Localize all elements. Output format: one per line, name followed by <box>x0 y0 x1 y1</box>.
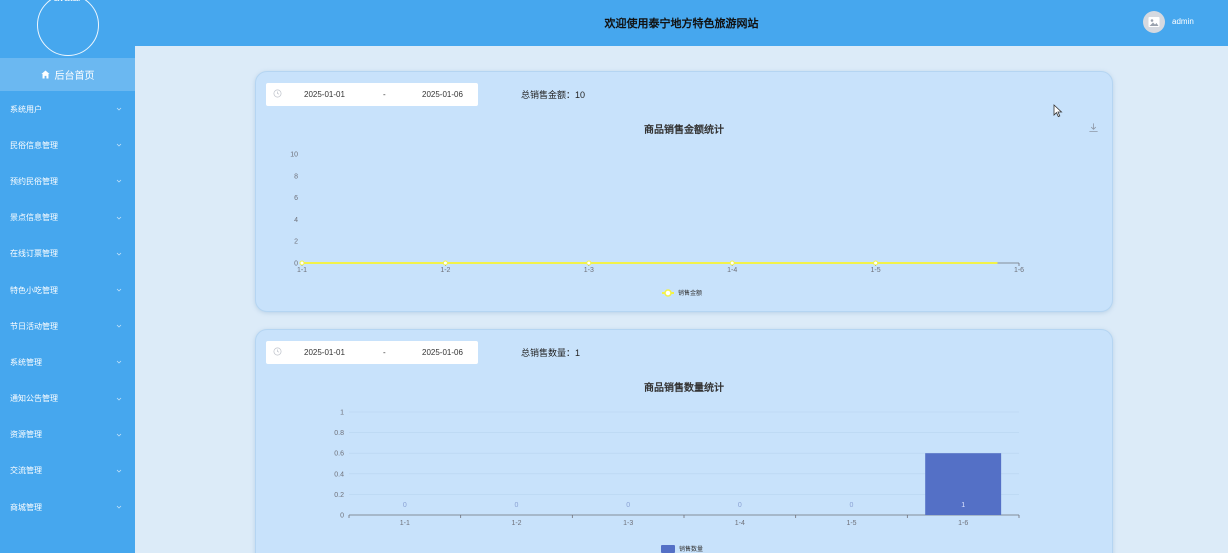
sidebar-item-label: 通知公告管理 <box>10 394 58 404</box>
sales-count-bar-chart: 0 0.2 0.4 0.6 0.8 1 1-1 0 1-2 0 1-3 0 1-4 0 1-5 0 1-6 1 销售… <box>334 410 1020 553</box>
bar-data-label: 1 <box>961 502 965 509</box>
x-tick-label: 1-5 <box>846 520 856 527</box>
sidebar-item-label: 景点信息管理 <box>10 213 58 223</box>
y-tick-label: 10 <box>290 152 298 159</box>
chevron-down-icon <box>116 144 122 147</box>
sales-count-card: 2025-01-01 - 2025-01-06 总销售数量：1 商品销售数量统计… <box>255 329 1113 553</box>
chevron-down-icon <box>116 180 122 184</box>
y-tick-label: 6 <box>294 195 298 202</box>
sidebar-item-label: 系统管理 <box>10 357 42 367</box>
chevron-down-icon <box>116 252 122 256</box>
mouse-cursor-icon <box>1053 104 1063 118</box>
chevron-down-icon <box>116 216 122 220</box>
sidebar-item[interactable]: 系统管理 <box>0 344 135 380</box>
home-icon <box>40 70 50 79</box>
y-tick-label: 0.8 <box>334 430 344 437</box>
y-tick-label: 8 <box>294 173 298 180</box>
sidebar-item-label: 系统用户 <box>10 104 42 114</box>
data-point <box>873 260 879 266</box>
x-tick-label: 1-4 <box>735 520 745 527</box>
chevron-down-icon <box>116 288 122 292</box>
avatar[interactable]: avatar <box>36 0 99 56</box>
chevron-down-icon <box>116 325 122 328</box>
sidebar-item[interactable]: 景点信息管理 <box>0 200 135 236</box>
x-tick-label: 1-3 <box>584 267 594 274</box>
sidebar-item[interactable]: 通知公告管理 <box>0 381 135 417</box>
y-tick-label: 2 <box>294 239 298 246</box>
chevron-down-icon <box>116 433 122 437</box>
sidebar-item-label: 在线订票管理 <box>10 249 58 259</box>
x-tick-label: 1-2 <box>511 520 521 527</box>
sidebar-item-label: 预约民俗管理 <box>10 176 58 186</box>
image-icon <box>1148 17 1160 27</box>
sidebar-menu: 系统用户民俗信息管理 预约民俗管理 景点信息管理 在线订票管理 特色小吃管理 节日活动管理… <box>0 91 135 525</box>
x-tick-label: 1-6 <box>958 520 968 527</box>
data-point <box>299 260 305 266</box>
x-tick-label: 1-5 <box>871 267 881 274</box>
sidebar: avatar 后台首页 系统用户民俗信息管理预约民俗管理景点信息管理在线订票管理… <box>0 0 135 553</box>
sidebar-item[interactable]: 民俗信息管理 <box>0 127 135 163</box>
bar-data-label: 0 <box>515 502 519 509</box>
sidebar-item[interactable]: 预约民俗管理 <box>0 163 135 199</box>
data-point <box>729 260 735 266</box>
y-tick-label: 1 <box>340 410 344 417</box>
legend-marker <box>664 289 672 297</box>
sidebar-item-label: 交流管理 <box>10 466 42 476</box>
sidebar-item-label: 资源管理 <box>10 430 42 440</box>
page-title: 欢迎使用泰宁地方特色旅游网站 <box>604 18 759 30</box>
sidebar-item[interactable]: 在线订票管理 <box>0 236 135 272</box>
x-tick-label: 1-6 <box>1014 267 1024 274</box>
data-point <box>586 260 592 266</box>
sidebar-item-label: 商城管理 <box>10 502 42 512</box>
y-tick-label: 0.2 <box>334 492 344 499</box>
data-point <box>442 260 448 266</box>
sidebar-item[interactable]: 特色小吃管理 <box>0 272 135 308</box>
y-tick-label: 0 <box>340 513 344 520</box>
x-tick-label: 1-4 <box>727 267 737 274</box>
avatar-area: avatar <box>0 0 135 58</box>
chevron-down-icon <box>116 107 122 111</box>
y-tick-label: 0.4 <box>334 471 344 478</box>
bar-data-label: 0 <box>403 502 407 509</box>
x-tick-label: 1-1 <box>297 267 307 274</box>
bar-data-label: 0 <box>738 502 742 509</box>
chevron-down-icon <box>116 361 122 364</box>
sales-amount-card: 2025-01-01 - 2025-01-06 总销售金额：10 商品销售金额统… <box>255 71 1113 312</box>
sidebar-item-label: 特色小吃管理 <box>10 285 58 295</box>
sidebar-item-label: 后台首页 <box>54 71 95 82</box>
sidebar-item-home[interactable]: 后台首页 <box>0 58 135 91</box>
sidebar-item[interactable]: 资源管理 <box>0 417 135 453</box>
chevron-down-icon <box>116 397 122 401</box>
x-tick-label: 1-2 <box>440 267 450 274</box>
x-tick-label: 1-1 <box>400 520 410 527</box>
username[interactable]: admin <box>1172 17 1194 26</box>
y-tick-label: 0.6 <box>334 451 344 458</box>
sidebar-item-label: 节日活动管理 <box>10 321 58 331</box>
x-tick-label: 1-3 <box>623 520 633 527</box>
legend-swatch <box>661 545 675 553</box>
chevron-down-icon <box>116 505 122 509</box>
bar-data-label: 0 <box>850 502 854 509</box>
bar-data-label: 0 <box>626 502 630 509</box>
sidebar-item[interactable]: 交流管理 <box>0 453 135 489</box>
sidebar-item[interactable]: 商城管理 <box>0 489 135 525</box>
user-avatar[interactable] <box>1143 11 1165 33</box>
sidebar-item[interactable]: 系统用户 <box>0 91 135 127</box>
top-header: 欢迎使用泰宁地方特色旅游网站 admin <box>135 0 1228 46</box>
y-tick-label: 4 <box>294 217 298 224</box>
legend-label: 销售金额 <box>678 289 702 297</box>
sidebar-item[interactable]: 节日活动管理 <box>0 308 135 344</box>
legend-label: 销售数量 <box>679 545 703 553</box>
chevron-down-icon <box>116 469 122 473</box>
sales-amount-line-chart: 02468101-1 1-2 1-3 1-4 1-5 1-6销售金额 <box>290 152 1024 298</box>
sidebar-item-label: 民俗信息管理 <box>10 140 58 150</box>
avatar-alt-text: avatar <box>38 0 98 4</box>
